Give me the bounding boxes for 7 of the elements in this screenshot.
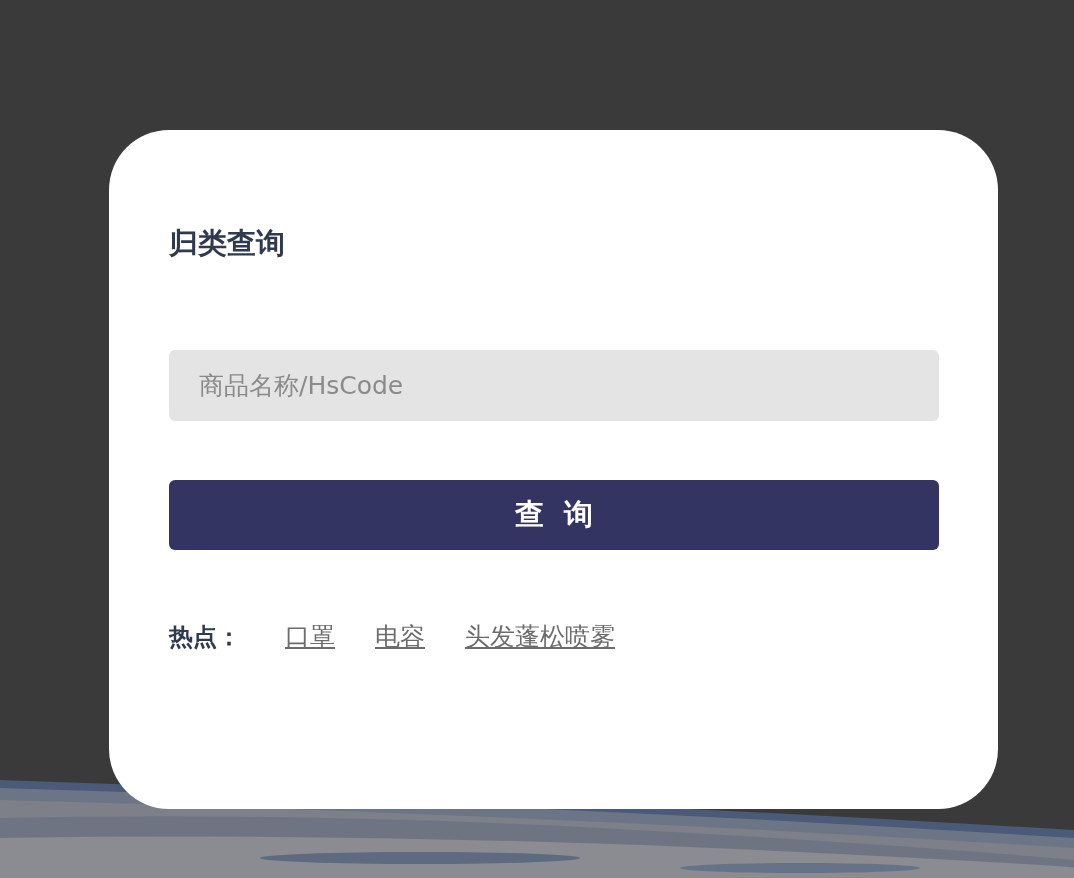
hot-label: 热点： bbox=[169, 621, 241, 653]
card-title: 归类查询 bbox=[169, 225, 286, 261]
hot-link[interactable]: 口罩 bbox=[285, 620, 335, 653]
hot-link[interactable]: 电容 bbox=[375, 620, 425, 653]
search-button[interactable]: 查 询 bbox=[169, 480, 939, 550]
hot-link[interactable]: 头发蓬松喷雾 bbox=[465, 620, 615, 653]
search-field[interactable]: 商品名称/HsCode bbox=[169, 350, 939, 421]
